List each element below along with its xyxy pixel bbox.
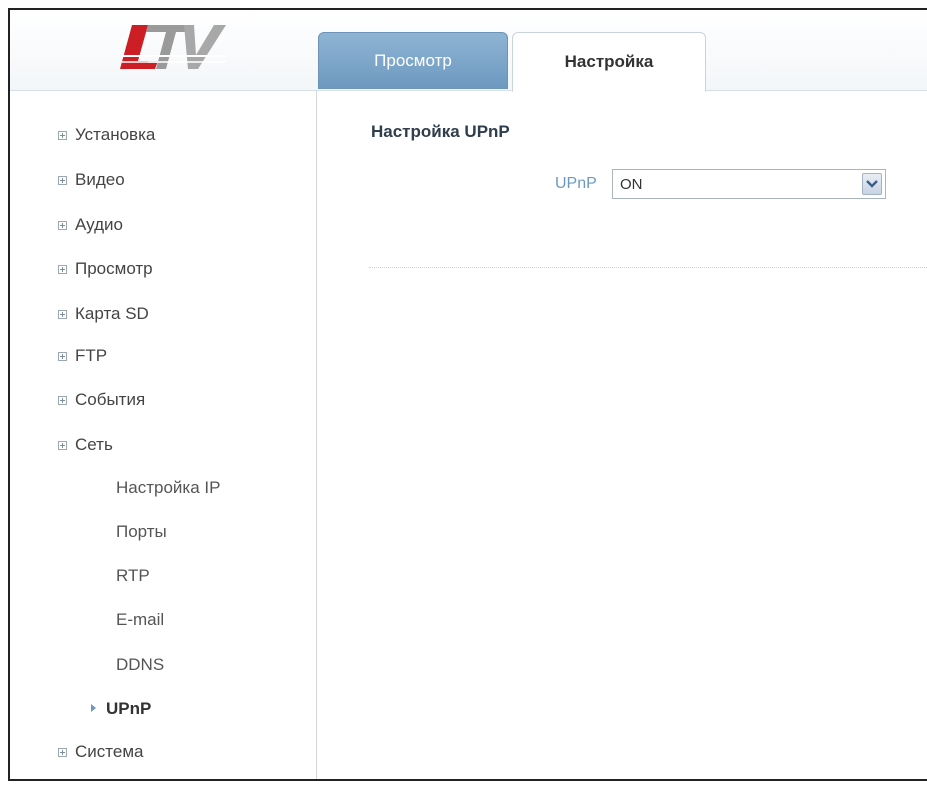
divider [369, 267, 927, 268]
dropdown-button[interactable] [862, 173, 882, 195]
sidebar-item-label: События [75, 390, 146, 409]
expand-icon [58, 352, 67, 361]
expand-icon [58, 441, 67, 450]
sidebar-subitem-ddns[interactable]: DDNS [116, 655, 164, 675]
header: Просмотр Настройка [10, 10, 927, 92]
sidebar-item-events[interactable]: События [58, 390, 145, 410]
expand-icon [58, 310, 67, 319]
sidebar-item-sd-card[interactable]: Карта SD [58, 304, 149, 324]
sidebar-item-label: Аудио [75, 215, 123, 234]
sidebar-subitem-ports[interactable]: Порты [116, 522, 167, 542]
expand-icon [58, 176, 67, 185]
ltv-logo [120, 25, 226, 69]
sidebar-subitem-label: UPnP [106, 699, 152, 718]
sidebar-subitem-label: DDNS [116, 655, 165, 674]
sidebar-subitem-email[interactable]: E-mail [116, 610, 164, 630]
app-frame: Просмотр Настройка Установка Видео Аудио… [8, 8, 927, 781]
sidebar-item-label: Карта SD [75, 304, 149, 323]
sidebar-subitem-rtp[interactable]: RTP [116, 566, 150, 586]
sidebar-item-system[interactable]: Система [58, 742, 143, 762]
expand-icon [58, 748, 67, 757]
sidebar-item-label: FTP [75, 346, 108, 365]
sidebar-subitem-upnp[interactable]: UPnP [91, 699, 151, 719]
page-title: Настройка UPnP [371, 122, 510, 141]
sidebar-item-ftp[interactable]: FTP [58, 346, 107, 366]
expand-icon [58, 265, 67, 274]
sidebar-item-label: Система [75, 742, 144, 761]
sidebar-item-label: Просмотр [75, 259, 153, 278]
sidebar-subitem-label: RTP [116, 566, 150, 585]
sidebar-subitem-ip-setup[interactable]: Настройка IP [116, 478, 220, 498]
sidebar-subitem-label: Настройка IP [116, 478, 221, 497]
sidebar-item-label: Сеть [75, 435, 113, 454]
upnp-label: UPnP [555, 175, 597, 192]
tab-view-label: Просмотр [374, 50, 452, 70]
expand-icon [58, 221, 67, 230]
chevron-down-icon [866, 180, 878, 188]
expand-icon [58, 396, 67, 405]
upnp-select[interactable]: ON [612, 169, 886, 199]
sidebar-item-label: Видео [75, 170, 125, 189]
sidebar-item-audio[interactable]: Аудио [58, 215, 123, 235]
sidebar-item-network[interactable]: Сеть [58, 435, 113, 455]
sidebar-item-view[interactable]: Просмотр [58, 259, 153, 279]
expand-icon [58, 131, 67, 140]
sidebar-subitem-label: Порты [116, 522, 167, 541]
active-arrow-icon [91, 704, 96, 712]
sidebar-item-video[interactable]: Видео [58, 170, 125, 190]
tab-settings[interactable]: Настройка [512, 32, 706, 92]
main-content: Настройка UPnP UPnP ON [317, 91, 927, 779]
sidebar: Установка Видео Аудио Просмотр Карта SD … [10, 91, 317, 779]
sidebar-subitem-label: E-mail [116, 610, 165, 629]
tab-settings-label: Настройка [564, 52, 654, 71]
tab-view[interactable]: Просмотр [318, 32, 508, 89]
sidebar-item-label: Установка [75, 125, 156, 144]
sidebar-item-setup[interactable]: Установка [58, 125, 155, 145]
upnp-select-value: ON [620, 176, 643, 193]
